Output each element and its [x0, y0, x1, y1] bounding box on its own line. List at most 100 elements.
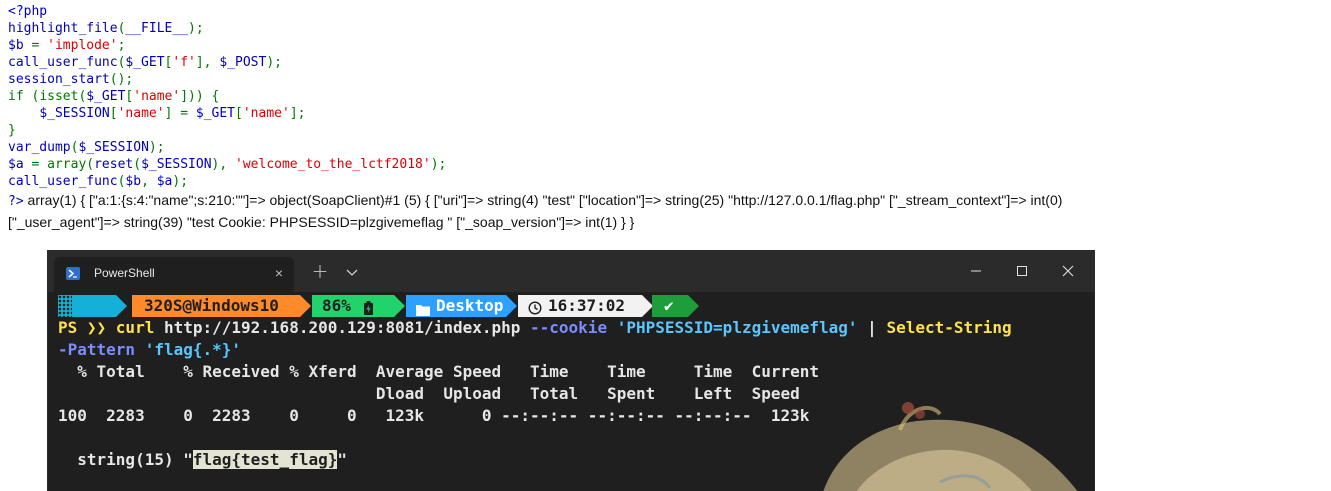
- php-token: 'name': [242, 106, 290, 121]
- php-token: 'f': [172, 55, 196, 70]
- php-code-line: $b = 'implode';: [8, 37, 446, 54]
- php-token: $b: [8, 38, 32, 53]
- php-token: );: [188, 21, 204, 36]
- tab-title: PowerShell: [94, 266, 155, 280]
- php-code-line: call_user_func($_GET['f'], $_POST);: [8, 54, 446, 71]
- php-token: var_dump: [8, 140, 71, 155]
- prompt-path-segment: Desktop: [406, 295, 506, 317]
- php-token: }: [8, 123, 16, 138]
- php-token: $_GET: [86, 89, 126, 104]
- title-bar[interactable]: PowerShell × +: [48, 251, 1094, 292]
- terminal-content[interactable]: 320S@Windows10 86% Desktop 16:37:02 ✔ PS…: [48, 292, 1094, 491]
- php-token: $_SESSION: [39, 106, 110, 121]
- command-select-string: Select-String: [886, 318, 1012, 337]
- battery-level: 86%: [322, 296, 351, 315]
- php-token: ];: [289, 106, 306, 121]
- curl-header-line-2: Dload Upload Total Spent Left Speed: [58, 384, 800, 403]
- command-line: PS ❯❯ curl http://192.168.200.129:8081/i…: [58, 317, 1012, 339]
- terminal-window[interactable]: PowerShell × + 320S@Windows10 86% Deskto…: [48, 251, 1094, 491]
- php-token: <?php: [8, 4, 48, 19]
- php-token: ] =: [164, 106, 196, 121]
- command-pattern-value: 'flag{.*}': [144, 340, 242, 359]
- chevron-down-icon[interactable]: [345, 265, 359, 279]
- tab-powershell[interactable]: PowerShell ×: [54, 257, 294, 292]
- prompt-time-segment: 16:37:02: [518, 295, 642, 317]
- prompt-separator-arrow: [116, 295, 127, 317]
- php-token: ],: [195, 55, 220, 70]
- php-token: isset: [39, 89, 79, 104]
- prompt-os-segment: [58, 295, 195, 338]
- php-token: $_GET: [125, 55, 165, 70]
- php-token: );: [172, 174, 189, 189]
- php-token: if (: [8, 89, 40, 104]
- php-token: ,: [141, 174, 157, 189]
- prompt-separator-arrow: [300, 295, 311, 317]
- php-token: $_SESSION: [78, 140, 149, 155]
- php-token: $b: [125, 174, 142, 189]
- result-line: string(15) "flag{test_flag}": [58, 449, 347, 471]
- prompt-user-host: 320S@Windows10: [132, 295, 300, 317]
- command-line-continued: -Pattern 'flag{.*}': [58, 339, 241, 361]
- php-token: ])) {: [180, 89, 220, 104]
- anime-character-image: [823, 402, 1078, 491]
- php-token: $_GET: [195, 106, 236, 121]
- prompt-separator-arrow: [688, 295, 699, 317]
- current-directory: Desktop: [436, 296, 504, 315]
- php-code-line: <?php: [8, 3, 446, 20]
- command-url: http://192.168.200.129:8081/index.php: [154, 318, 531, 337]
- php-code-line: var_dump($_SESSION);: [8, 139, 446, 156]
- php-source-code: <?php highlight_file(__FILE__); $b = 'impl…: [8, 3, 446, 190]
- php-token: session_start: [8, 72, 110, 87]
- php-code-line: call_user_func($b, $a);: [8, 173, 446, 190]
- dump-line-1: ?> array(1) { ["a:1:{s:4:"name";s:210:""…: [8, 190, 1326, 212]
- prompt-battery-segment: 86%: [312, 295, 394, 317]
- powershell-icon: [66, 267, 80, 280]
- command-pipe: |: [857, 318, 887, 337]
- php-token: $_POST: [219, 55, 267, 70]
- php-code-line: $_SESSION['name'] = $_GET['name'];: [8, 105, 446, 122]
- php-token: highlight_file: [8, 21, 118, 36]
- result-prefix: string(15) ": [58, 450, 193, 469]
- php-token: [: [109, 106, 118, 121]
- php-token: );: [430, 157, 447, 172]
- maximize-button[interactable]: [1010, 261, 1034, 281]
- php-token: call_user_func: [8, 55, 118, 70]
- flag-match: flag{test_flag}: [192, 450, 338, 469]
- php-token: (: [133, 157, 142, 172]
- php-code-line: session_start();: [8, 71, 446, 88]
- php-token: =: [31, 38, 48, 53]
- php-token: ;: [117, 38, 126, 53]
- php-close-tag: ?>: [8, 194, 24, 209]
- php-token: ),: [211, 157, 236, 172]
- php-token: [: [235, 106, 243, 121]
- command-pattern-flag: -Pattern: [58, 340, 136, 359]
- ps-prompt: PS ❯❯: [58, 318, 116, 337]
- php-token: ();: [109, 72, 134, 87]
- php-token: $a: [8, 157, 32, 172]
- command-cookie-flag: --cookie: [530, 318, 608, 337]
- var-dump-output: ?> array(1) { ["a:1:{s:4:"name";s:210:""…: [8, 190, 1326, 233]
- php-token: );: [148, 140, 165, 155]
- prompt-status-segment: ✔: [652, 295, 688, 317]
- php-token: [8, 106, 39, 121]
- php-code-line: if (isset($_GET['name'])) {: [8, 88, 446, 105]
- new-tab-button[interactable]: +: [310, 261, 330, 282]
- curl-progress-line: 100 2283 0 2283 0 0 123k 0 --:--:-- --:-…: [58, 406, 810, 425]
- tab-close-button[interactable]: ×: [268, 262, 290, 284]
- close-button[interactable]: [1056, 261, 1080, 281]
- php-token: 'name': [117, 106, 165, 121]
- minimize-button[interactable]: [964, 261, 988, 281]
- php-code-line: }: [8, 122, 446, 139]
- prompt-separator-arrow: [394, 295, 405, 317]
- php-token: = array(: [31, 157, 95, 172]
- check-icon: ✔: [664, 296, 674, 315]
- php-token: $_SESSION: [141, 157, 212, 172]
- php-token: 'implode': [47, 38, 118, 53]
- dump-line-2: ["_user_agent"]=> string(39) "test Cooki…: [8, 214, 635, 230]
- php-token: 'name': [133, 89, 181, 104]
- result-suffix: ": [337, 450, 347, 469]
- php-token: );: [266, 55, 282, 70]
- command-cookie-value: 'PHPSESSID=plzgivemeflag': [616, 318, 858, 337]
- curl-header-line-1: % Total % Received % Xferd Average Speed…: [58, 362, 819, 381]
- php-code-line: highlight_file(__FILE__);: [8, 20, 446, 37]
